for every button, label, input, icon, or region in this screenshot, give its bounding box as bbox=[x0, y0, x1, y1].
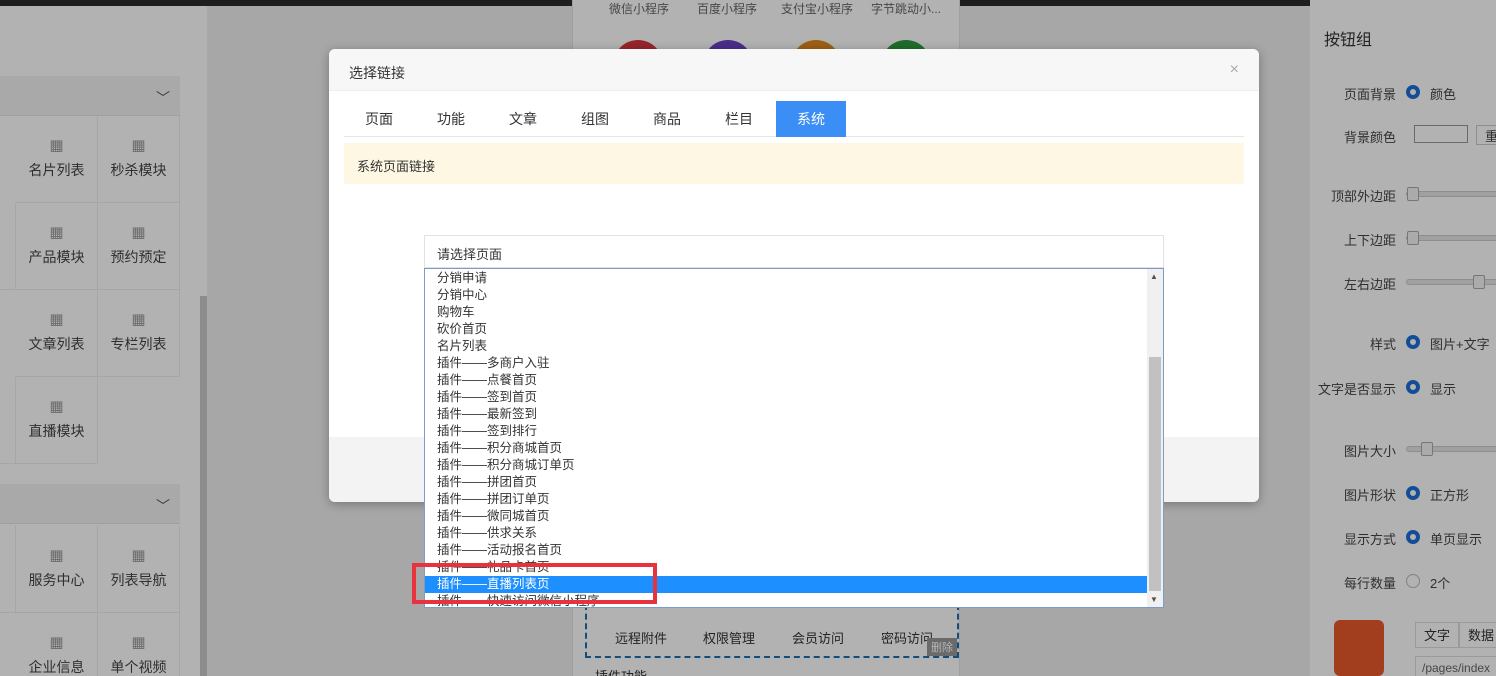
list-item[interactable]: 分销申请 bbox=[425, 270, 1147, 287]
list-item[interactable]: 插件——多商户入驻 bbox=[425, 355, 1147, 372]
scroll-down-icon[interactable]: ▼ bbox=[1150, 595, 1158, 604]
list-item[interactable]: 插件——微同城首页 bbox=[425, 508, 1147, 525]
tab-2[interactable]: 文章 bbox=[488, 101, 558, 137]
list-item[interactable]: 插件——拼团订单页 bbox=[425, 491, 1147, 508]
list-item[interactable]: 分销中心 bbox=[425, 287, 1147, 304]
tab-4[interactable]: 商品 bbox=[632, 101, 702, 137]
list-item[interactable]: 购物车 bbox=[425, 304, 1147, 321]
link-type-tabs: 页面 功能 文章 组图 商品 栏目 系统 bbox=[344, 101, 1244, 137]
list-item[interactable]: 插件——供求关系 bbox=[425, 525, 1147, 542]
list-item[interactable]: 插件——签到排行 bbox=[425, 423, 1147, 440]
page-options-list[interactable]: 分销申请 分销中心 购物车 砍价首页 名片列表 插件——多商户入驻 插件——点餐首页 插件——… bbox=[424, 268, 1164, 608]
notice-bar: 系统页面链接 bbox=[344, 143, 1244, 184]
list-item[interactable]: 插件——签到首页 bbox=[425, 389, 1147, 406]
tab-0[interactable]: 页面 bbox=[344, 101, 414, 137]
list-scrollbar[interactable]: ▲ ▼ bbox=[1147, 269, 1163, 607]
dialog-title: 选择链接 bbox=[349, 65, 405, 81]
list-item[interactable]: 插件——最新签到 bbox=[425, 406, 1147, 423]
tab-5[interactable]: 栏目 bbox=[704, 101, 774, 137]
tab-1[interactable]: 功能 bbox=[416, 101, 486, 137]
page-select[interactable]: 请选择页面 bbox=[424, 235, 1164, 268]
list-item[interactable]: 插件——点餐首页 bbox=[425, 372, 1147, 389]
list-item[interactable]: 插件——积分商城首页 bbox=[425, 440, 1147, 457]
scroll-thumb[interactable] bbox=[1149, 357, 1161, 591]
list-item[interactable]: 插件——活动报名首页 bbox=[425, 542, 1147, 559]
scroll-up-icon[interactable]: ▲ bbox=[1150, 272, 1158, 281]
list-item[interactable]: 插件——拼团首页 bbox=[425, 474, 1147, 491]
highlight-box bbox=[412, 563, 657, 604]
tab-6[interactable]: 系统 bbox=[776, 101, 846, 137]
list-item[interactable]: 名片列表 bbox=[425, 338, 1147, 355]
close-icon[interactable]: × bbox=[1230, 61, 1239, 79]
tab-3[interactable]: 组图 bbox=[560, 101, 630, 137]
list-item[interactable]: 砍价首页 bbox=[425, 321, 1147, 338]
list-item[interactable]: 插件——积分商城订单页 bbox=[425, 457, 1147, 474]
dialog-header: 选择链接 × bbox=[329, 49, 1259, 91]
